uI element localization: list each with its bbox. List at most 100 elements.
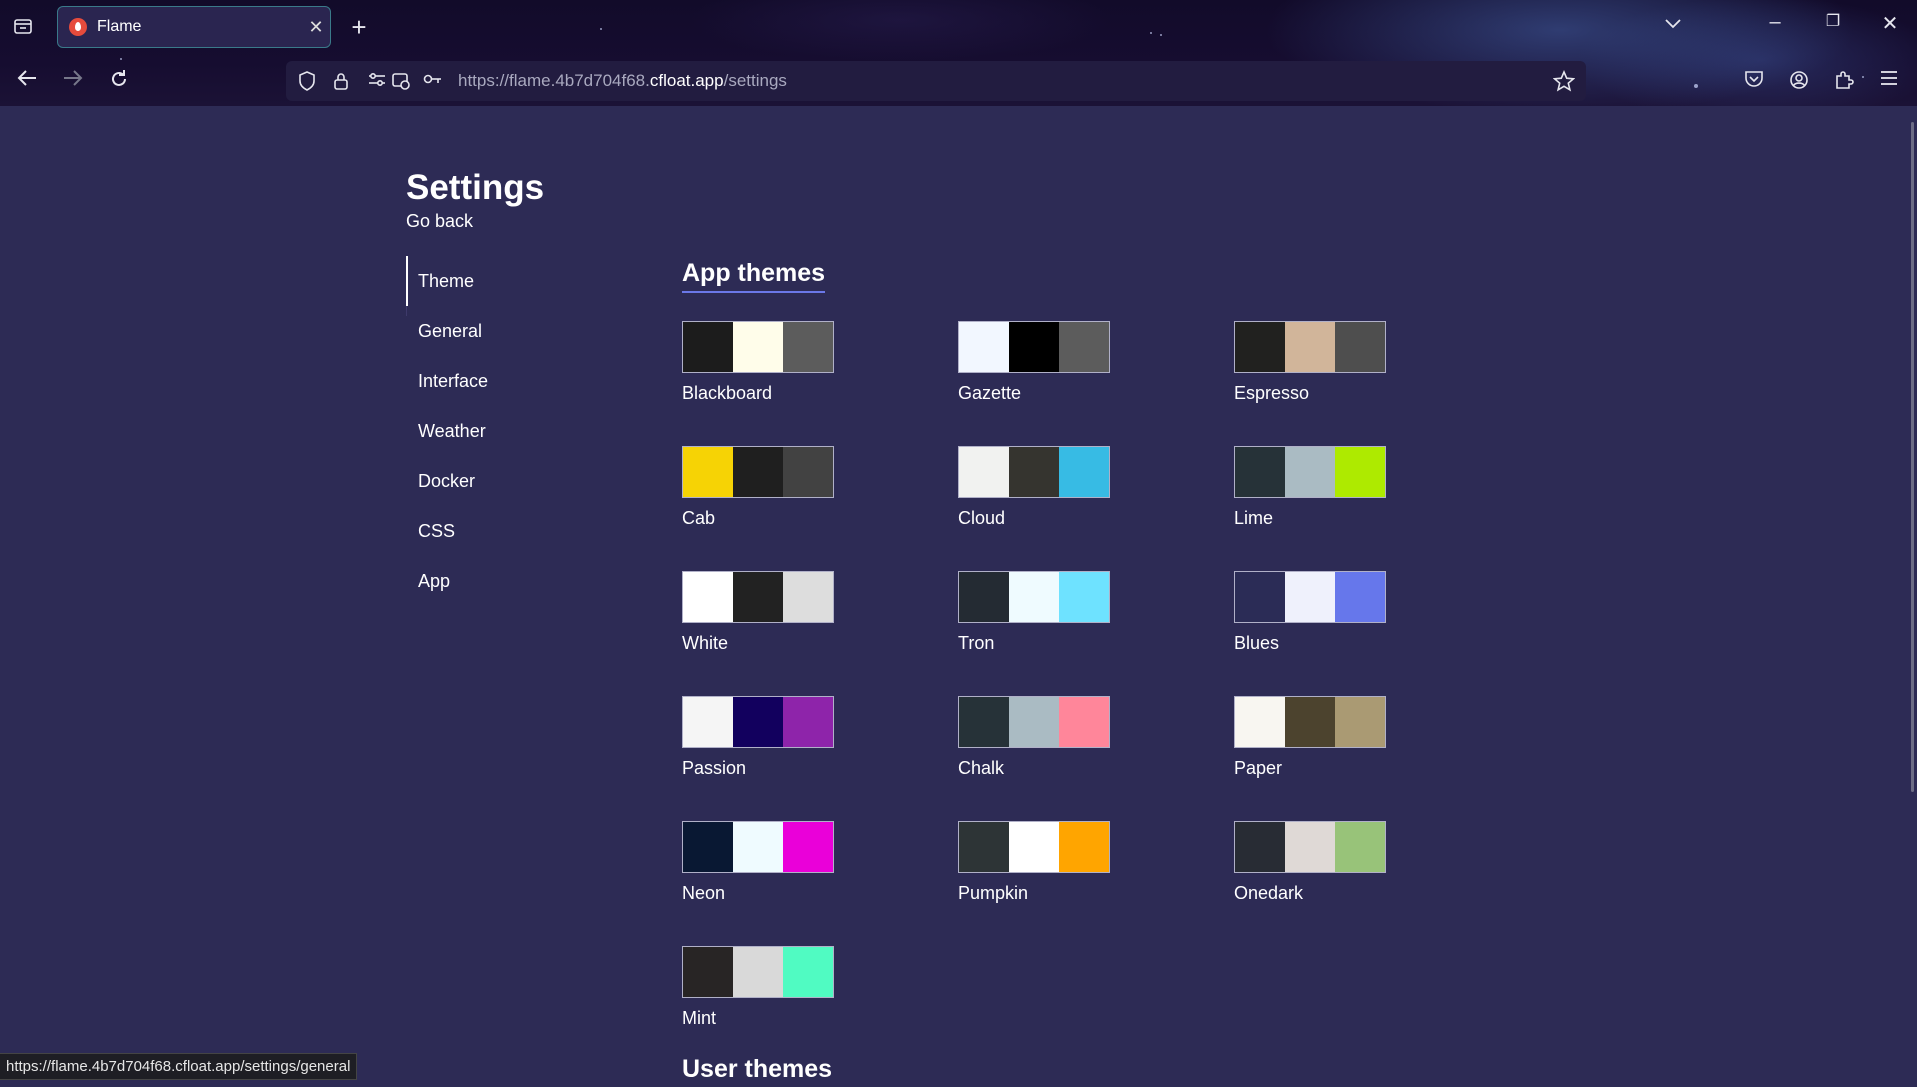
swatch-color	[783, 822, 833, 872]
theme-card-blackboard[interactable]: Blackboard	[682, 321, 834, 404]
theme-name: Passion	[682, 758, 747, 778]
theme-swatch[interactable]	[958, 571, 1110, 623]
theme-card-neon[interactable]: Neon	[682, 821, 834, 904]
url-text[interactable]: https://flame.4b7d704f68.cfloat.app/sett…	[458, 71, 787, 91]
go-back-link[interactable]: Go back	[406, 211, 473, 232]
theme-swatch[interactable]	[1234, 696, 1386, 748]
forward-icon[interactable]	[60, 69, 86, 91]
theme-swatch[interactable]	[682, 446, 834, 498]
nav-item-interface[interactable]: Interface	[406, 356, 598, 406]
theme-card-pumpkin[interactable]: Pumpkin	[958, 821, 1110, 904]
new-tab-icon[interactable]: +	[346, 14, 372, 40]
url-prefix: https://flame.4b7d704f68.	[458, 71, 650, 90]
pocket-icon[interactable]	[1741, 70, 1767, 92]
theme-card-onedark[interactable]: Onedark	[1234, 821, 1386, 904]
nav-item-general[interactable]: General	[406, 306, 598, 356]
background-star	[1150, 32, 1152, 34]
tracking-protection-shield-icon[interactable]	[296, 71, 318, 95]
theme-card-gazette[interactable]: Gazette	[958, 321, 1110, 404]
theme-name: Tron	[958, 633, 995, 653]
theme-swatch[interactable]	[682, 321, 834, 373]
theme-swatch[interactable]	[682, 821, 834, 873]
theme-card-lime[interactable]: Lime	[1234, 446, 1386, 529]
page-title: Settings	[406, 168, 545, 207]
theme-swatch[interactable]	[682, 946, 834, 998]
swatch-color	[1059, 447, 1109, 497]
nav-item-weather[interactable]: Weather	[406, 406, 598, 456]
theme-card-paper[interactable]: Paper	[1234, 696, 1386, 779]
permissions-icon[interactable]	[366, 71, 388, 93]
background-star	[600, 28, 602, 30]
browser-tab-active[interactable]: Flame ✕	[57, 6, 331, 48]
swatch-color	[1059, 822, 1109, 872]
media-blocked-icon[interactable]	[390, 71, 412, 95]
swatch-color	[1285, 697, 1335, 747]
theme-swatch[interactable]	[958, 696, 1110, 748]
swatch-color	[683, 447, 733, 497]
swatch-color	[1235, 697, 1285, 747]
swatch-color	[1059, 697, 1109, 747]
swatch-color	[733, 947, 783, 997]
app-menu-icon[interactable]	[1876, 70, 1902, 90]
theme-swatch[interactable]	[958, 821, 1110, 873]
theme-card-cloud[interactable]: Cloud	[958, 446, 1110, 529]
theme-swatch[interactable]	[682, 571, 834, 623]
nav-item-docker[interactable]: Docker	[406, 456, 598, 506]
reload-icon[interactable]	[106, 69, 132, 93]
theme-swatch[interactable]	[958, 321, 1110, 373]
swatch-color	[1009, 822, 1059, 872]
theme-card-tron[interactable]: Tron	[958, 571, 1110, 654]
swatch-color	[733, 697, 783, 747]
bookmark-star-icon[interactable]	[1552, 69, 1576, 96]
theme-swatch[interactable]	[1234, 321, 1386, 373]
theme-name: Lime	[1234, 508, 1274, 528]
list-all-tabs-icon[interactable]	[1660, 14, 1686, 34]
status-bar-url: https://flame.4b7d704f68.cfloat.app/sett…	[0, 1053, 358, 1080]
swatch-color	[1285, 822, 1335, 872]
theme-card-chalk[interactable]: Chalk	[958, 696, 1110, 779]
swatch-color	[1335, 697, 1385, 747]
swatch-color	[1335, 322, 1385, 372]
theme-name: Chalk	[958, 758, 1005, 778]
theme-card-cab[interactable]: Cab	[682, 446, 834, 529]
theme-name: Blackboard	[682, 383, 773, 403]
key-icon[interactable]	[422, 71, 444, 91]
page-scrollbar[interactable]	[1911, 122, 1914, 792]
tab-list-icon[interactable]	[10, 16, 36, 40]
theme-card-blues[interactable]: Blues	[1234, 571, 1386, 654]
theme-name: Cloud	[958, 508, 1006, 528]
theme-card-espresso[interactable]: Espresso	[1234, 321, 1386, 404]
swatch-color	[959, 822, 1009, 872]
swatch-color	[959, 322, 1009, 372]
swatch-color	[683, 322, 733, 372]
restore-window-icon[interactable]: ❐	[1820, 14, 1846, 30]
theme-name: Gazette	[958, 383, 1022, 403]
flame-favicon-icon	[69, 18, 87, 36]
theme-card-mint[interactable]: Mint	[682, 946, 834, 1029]
lock-icon[interactable]	[330, 71, 352, 95]
theme-card-white[interactable]: White	[682, 571, 834, 654]
tab-close-icon[interactable]: ✕	[302, 17, 330, 38]
close-window-icon[interactable]: ✕	[1877, 14, 1903, 34]
address-bar[interactable]: https://flame.4b7d704f68.cfloat.app/sett…	[286, 61, 1586, 101]
account-icon[interactable]	[1786, 70, 1812, 94]
nav-item-app[interactable]: App	[406, 556, 598, 606]
theme-swatch[interactable]	[682, 696, 834, 748]
extensions-icon[interactable]	[1831, 70, 1857, 94]
url-path: /settings	[723, 71, 787, 90]
theme-swatch[interactable]	[1234, 446, 1386, 498]
theme-swatch[interactable]	[958, 446, 1110, 498]
nav-item-theme[interactable]: Theme	[406, 256, 598, 316]
swatch-color	[1009, 572, 1059, 622]
back-icon[interactable]	[14, 69, 40, 91]
minimize-window-icon[interactable]: –	[1762, 12, 1788, 32]
theme-swatch[interactable]	[1234, 821, 1386, 873]
background-star	[120, 58, 122, 60]
swatch-color	[1335, 822, 1385, 872]
theme-card-passion[interactable]: Passion	[682, 696, 834, 779]
theme-name: White	[682, 633, 729, 653]
theme-name: Cab	[682, 508, 716, 528]
nav-item-css[interactable]: CSS	[406, 506, 598, 556]
theme-swatch[interactable]	[1234, 571, 1386, 623]
swatch-color	[733, 322, 783, 372]
